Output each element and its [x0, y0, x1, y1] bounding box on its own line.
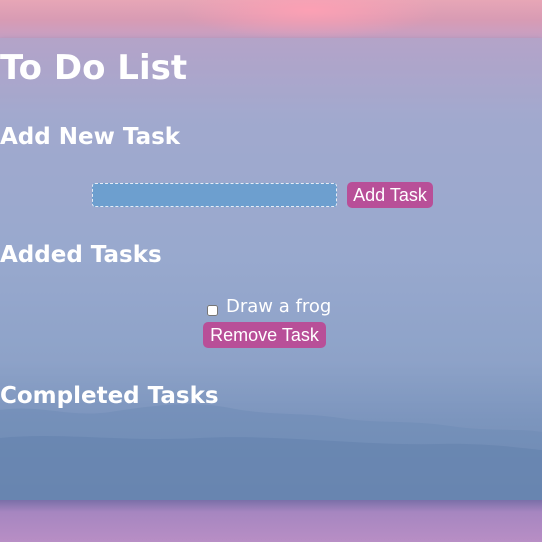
add-task-form: Add Task: [0, 182, 542, 210]
added-tasks-heading: Added Tasks: [0, 242, 162, 268]
new-task-input[interactable]: [92, 183, 337, 207]
add-task-heading: Add New Task: [0, 124, 181, 150]
task-label: Draw a frog: [226, 296, 332, 317]
page-title: To Do List: [0, 48, 188, 88]
add-task-button[interactable]: Add Task: [347, 182, 433, 208]
completed-tasks-heading: Completed Tasks: [0, 383, 219, 409]
remove-task-button[interactable]: Remove Task: [203, 322, 326, 348]
task-checkbox[interactable]: [207, 305, 218, 316]
todo-card: [0, 38, 542, 538]
sky-glow: [180, 0, 440, 40]
background-strip: [0, 500, 542, 542]
